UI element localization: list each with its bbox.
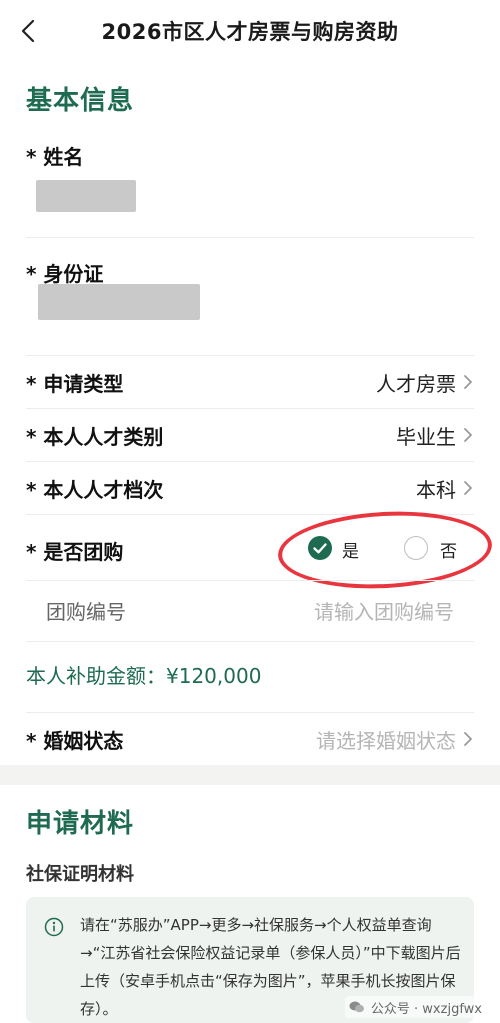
talent-level-value: 本科 bbox=[416, 478, 456, 502]
name-label: * 姓名 bbox=[26, 145, 84, 169]
id-label: * 身份证 bbox=[26, 262, 104, 286]
talent-category-value: 毕业生 bbox=[396, 425, 456, 449]
divider bbox=[26, 580, 474, 581]
divider bbox=[26, 237, 474, 238]
chevron-right-icon bbox=[462, 730, 474, 748]
watermark-text: 公众号 · wxzjgfwx bbox=[370, 1001, 482, 1017]
basic-info-heading: 基本信息 bbox=[26, 86, 135, 116]
id-field[interactable] bbox=[38, 284, 200, 320]
header-bar: 2026市区人才房票与购房资助 bbox=[0, 0, 500, 62]
chevron-right-icon bbox=[462, 426, 474, 444]
materials-heading: 申请材料 bbox=[26, 809, 135, 839]
talent-category-row[interactable]: * 本人人才类别 毕业生 bbox=[0, 409, 500, 459]
apply-type-row[interactable]: * 申请类型 人才房票 bbox=[0, 356, 500, 406]
name-field[interactable] bbox=[36, 180, 136, 212]
marital-status-value: 请选择婚姻状态 bbox=[316, 729, 456, 753]
watermark: 公众号 · wxzjgfwx bbox=[344, 996, 486, 1018]
section-separator bbox=[0, 765, 500, 785]
chevron-right-icon bbox=[462, 479, 474, 497]
group-purchase-label: * 是否团购 bbox=[26, 540, 124, 564]
chevron-right-icon bbox=[462, 373, 474, 391]
apply-type-value: 人才房票 bbox=[376, 372, 456, 396]
subsidy-amount: 本人补助金额：¥120,000 bbox=[26, 664, 262, 688]
marital-status-row[interactable]: * 婚姻状态 请选择婚姻状态 bbox=[0, 713, 500, 763]
social-security-heading: 社保证明材料 bbox=[26, 864, 134, 885]
wechat-icon bbox=[349, 1000, 365, 1014]
talent-level-row[interactable]: * 本人人才档次 本科 bbox=[0, 462, 500, 512]
divider bbox=[26, 641, 474, 642]
talent-category-label: * 本人人才类别 bbox=[26, 425, 164, 449]
group-number-input[interactable]: 请输入团购编号 bbox=[314, 596, 454, 625]
talent-level-label: * 本人人才档次 bbox=[26, 478, 164, 502]
info-icon bbox=[44, 917, 64, 937]
page-title: 2026市区人才房票与购房资助 bbox=[101, 20, 399, 44]
group-number-label: 团购编号 bbox=[46, 600, 126, 624]
marital-status-label: * 婚姻状态 bbox=[26, 729, 124, 753]
apply-type-label: * 申请类型 bbox=[26, 372, 124, 396]
